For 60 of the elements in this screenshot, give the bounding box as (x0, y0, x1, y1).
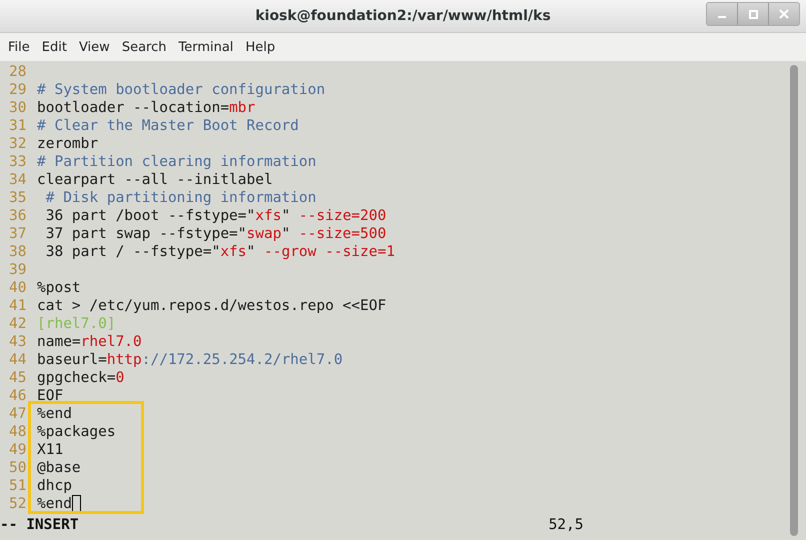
line-number: 30 (8, 99, 28, 117)
line-number: 28 (8, 63, 28, 81)
code-line: dhcp (36, 477, 72, 495)
line-number: 36 (8, 207, 28, 225)
code-line: bootloader --location=mbr (36, 99, 256, 117)
line-number: 40 (8, 279, 28, 297)
menu-item[interactable]: File (2, 36, 36, 58)
line-number: 45 (8, 369, 28, 387)
code-line: @base (36, 459, 81, 477)
code-line: zerombr (36, 135, 98, 153)
line-number: 29 (8, 81, 28, 99)
window-title: kiosk@foundation2:/var/www/html/ks (255, 8, 551, 24)
menu-item[interactable]: Help (239, 36, 282, 58)
code-line: EOF (36, 387, 64, 405)
code-line: clearpart --all --initlabel (36, 171, 273, 189)
line-number: 41 (8, 297, 28, 315)
maximize-icon (748, 10, 758, 18)
code-line: gpgcheck=0 (36, 369, 124, 387)
scrollbar[interactable] (790, 65, 798, 536)
line-number: 43 (8, 333, 28, 351)
code-line: cat > /etc/yum.repos.d/westos.repo <<EOF (36, 297, 386, 315)
code-line: %packages (36, 423, 116, 441)
code-line: baseurl=http://172.25.254.2/rhel7.0 (36, 351, 343, 369)
code-line: 38 part / --fstype="xfs" --grow --size=1 (44, 243, 395, 261)
close-icon (779, 9, 789, 19)
line-number: 33 (8, 153, 28, 171)
menu-item[interactable]: View (72, 36, 116, 58)
line-number: 42 (8, 315, 28, 333)
line-number: 37 (8, 225, 28, 243)
line-number: 47 (8, 405, 28, 423)
line-number: 35 (8, 189, 28, 207)
line-number: 32 (8, 135, 28, 153)
line-number: 46 (8, 387, 28, 405)
code-line: X11 (36, 441, 64, 459)
mode-indicator: -- INSERT (0, 516, 79, 534)
code-line: # System bootloader configuration (36, 81, 326, 99)
menu-item[interactable]: Terminal (172, 36, 240, 58)
line-number: 44 (8, 351, 28, 369)
line-number: 39 (8, 261, 28, 279)
line-number: 49 (8, 441, 28, 459)
line-number: 48 (8, 423, 28, 441)
line-number: 50 (8, 459, 28, 477)
code-line: name=rhel7.0 (36, 333, 142, 351)
line-number: 51 (8, 477, 28, 495)
code-line: # Disk partitioning information (44, 189, 316, 207)
code-line: # Clear the Master Boot Record (36, 117, 299, 135)
code-line: [rhel7.0] (36, 315, 116, 333)
cursor-position: 52,5 (548, 516, 584, 534)
code-line: %end (36, 495, 72, 513)
menu-item[interactable]: Search (116, 36, 172, 58)
code-line: 36 part /boot --fstype="xfs" --size=200 (44, 207, 386, 225)
line-number: 52 (8, 495, 28, 513)
line-number: 34 (8, 171, 28, 189)
code-line: # Partition clearing information (36, 153, 316, 171)
code-line: %post (36, 279, 81, 297)
line-number: 31 (8, 117, 28, 135)
menu-item[interactable]: Edit (36, 36, 73, 58)
line-number: 38 (8, 243, 28, 261)
code-line: %end (36, 405, 72, 423)
code-line: 37 part swap --fstype="swap" --size=500 (44, 225, 386, 243)
